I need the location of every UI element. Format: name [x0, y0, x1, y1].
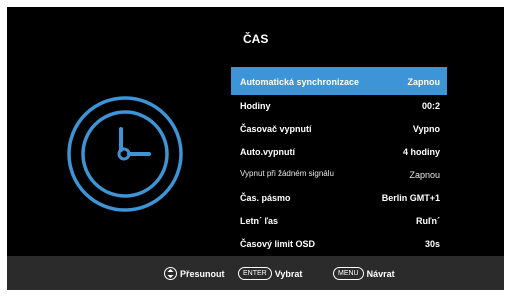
- menu-key-badge: MENU: [333, 267, 364, 280]
- menu-item-value: Berlin GMT+1: [381, 193, 440, 203]
- menu-item-label: Letn´ ľas: [240, 216, 278, 226]
- menu-item-label: Automatická synchronizace: [240, 77, 360, 87]
- menu-item-value: 00:2: [421, 101, 440, 111]
- hint-move-label: Přesunout: [180, 268, 225, 279]
- tv-settings-screen: ČAS Automatická synchronizace Zapnou Hod…: [7, 7, 504, 290]
- menu-item-sleep-timer[interactable]: Časovač vypnutí Vypno: [231, 118, 447, 141]
- menu-item-label: Časovač vypnutí: [240, 124, 312, 134]
- menu-item-auto-sync[interactable]: Automatická synchronizace Zapnou: [231, 67, 447, 95]
- menu-item-time-zone[interactable]: Čas. pásmo Berlin GMT+1: [231, 187, 447, 210]
- hint-move: Přesunout: [164, 267, 225, 280]
- menu-item-osd-timeout[interactable]: Časový limit OSD 30s: [231, 233, 447, 256]
- hint-select: ENTER Vybrat: [238, 267, 302, 280]
- settings-menu: Automatická synchronizace Zapnou Hodiny …: [231, 67, 447, 256]
- menu-item-value: Zapnou: [409, 170, 440, 180]
- menu-item-label: Auto.vypnutí: [240, 147, 295, 157]
- menu-item-value: Ruľn´: [416, 216, 440, 226]
- menu-title: ČAS: [243, 32, 269, 46]
- menu-item-value: 30s: [424, 239, 440, 249]
- hint-select-label: Vybrat: [274, 268, 303, 279]
- menu-item-label: Hodiny: [240, 101, 271, 111]
- clock-icon: [67, 96, 183, 212]
- menu-item-label: Časový limit OSD: [240, 239, 316, 249]
- menu-item-no-signal-off[interactable]: Vypnut při žádném signálu Zapnou: [231, 164, 447, 187]
- footer-hint-bar: Přesunout ENTER Vybrat MENU Návrat: [7, 256, 504, 290]
- menu-item-label: Vypnut při žádném signálu: [240, 169, 334, 178]
- menu-item-value: Zapnou: [407, 77, 441, 87]
- menu-item-value: Vypno: [412, 124, 440, 134]
- hint-back: MENU Návrat: [333, 267, 395, 280]
- menu-item-summer-time[interactable]: Letn´ ľas Ruľn´: [231, 210, 447, 233]
- enter-key-badge: ENTER: [238, 267, 272, 280]
- menu-item-clock[interactable]: Hodiny 00:2: [231, 95, 447, 118]
- menu-item-label: Čas. pásmo: [240, 193, 291, 203]
- menu-item-value: 4 hodiny: [402, 147, 440, 157]
- up-down-arrows-icon: [164, 267, 177, 280]
- hint-back-label: Návrat: [366, 268, 395, 279]
- menu-item-auto-off[interactable]: Auto.vypnutí 4 hodiny: [231, 141, 447, 164]
